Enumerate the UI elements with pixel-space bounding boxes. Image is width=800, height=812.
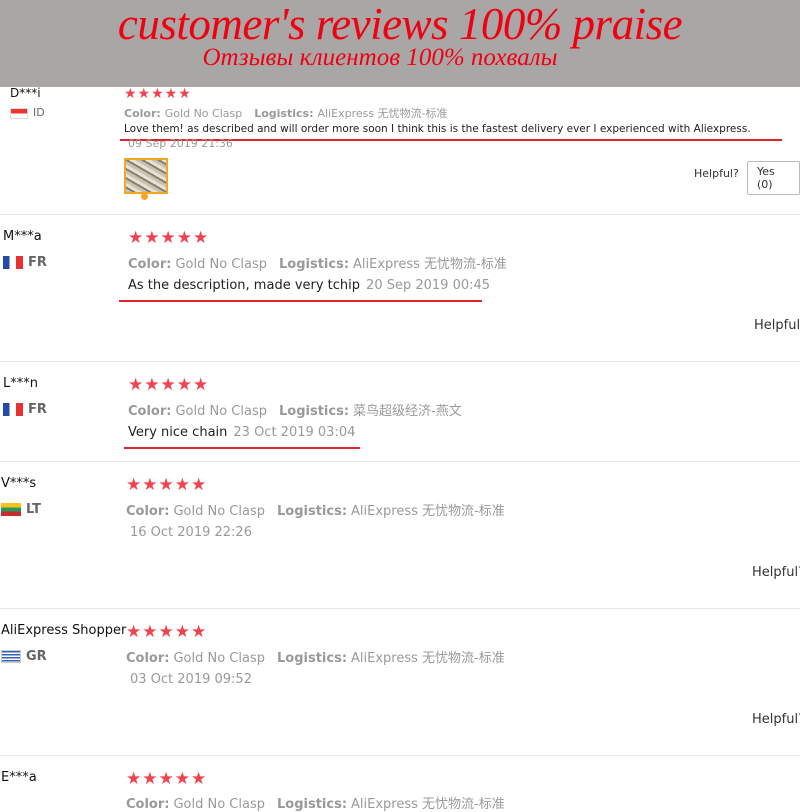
rating-stars: ★★★★★ <box>128 228 210 248</box>
logistics-value: AliExpress 无忧物流-标准 <box>351 797 505 812</box>
flag-icon-fr <box>3 256 23 269</box>
flag-icon-fr <box>3 403 23 416</box>
rating-stars: ★★★★★ <box>128 375 210 395</box>
color-value: Gold No Clasp <box>173 797 265 812</box>
logistics-label: Logistics: <box>276 797 348 812</box>
logistics-value: AliExpress 无忧物流-标准 <box>353 257 507 272</box>
color-value: Gold No Clasp <box>164 107 243 120</box>
flag-icon-lt <box>1 503 21 516</box>
review-date: 20 Sep 2019 00:45 <box>366 278 491 293</box>
color-label: Color: <box>126 797 170 812</box>
review-meta: Color: Gold No Clasp Logistics: AliExpress … <box>128 253 507 272</box>
review-meta: Color: Gold No Clasp Logistics: 菜鸟超级经济-燕文 <box>128 400 462 419</box>
country-code: FR <box>28 255 47 270</box>
color-label: Color: <box>128 404 172 419</box>
color-value: Gold No Clasp <box>175 257 267 272</box>
logistics-value: AliExpress 无忧物流-标准 <box>351 504 505 519</box>
reviewer-name: M***a <box>3 229 42 244</box>
review-meta: Color: Gold No Clasp Logistics: AliExpress … <box>126 500 505 519</box>
helpful-label[interactable]: Helpful? <box>752 565 800 580</box>
reviewer-name: V***s <box>1 476 37 491</box>
highlight-underline <box>119 300 482 302</box>
country-code: FR <box>28 402 47 417</box>
country-code: LT <box>26 502 41 517</box>
helpful-yes-button[interactable]: Yes (0) <box>747 161 800 195</box>
review-text: Love them! as described and will order m… <box>124 123 751 135</box>
rating-stars: ★★★★★ <box>126 622 208 642</box>
country-code: ID <box>33 106 45 119</box>
highlight-underline <box>124 447 360 449</box>
review-body: As the description, made very tchip <box>128 278 361 293</box>
country-code: GR <box>26 649 47 664</box>
rating-stars: ★★★★★ <box>126 475 208 495</box>
reviewer-name: E***a <box>1 770 37 785</box>
logistics-label: Logistics: <box>276 651 348 666</box>
banner-subtitle: Отзывы клиентов 100% похвалы <box>202 44 558 71</box>
color-label: Color: <box>126 504 170 519</box>
review-meta: Color: Gold No Clasp Logistics: AliExpress … <box>126 647 505 666</box>
flag-icon-id <box>10 108 28 119</box>
logistics-label: Logistics: <box>278 404 350 419</box>
reviewer-name: D***i <box>10 86 41 100</box>
review-date: 03 Oct 2019 09:52 <box>130 672 252 687</box>
review-photo-thumbnail[interactable] <box>124 158 168 194</box>
helpful-label: Helpful? <box>694 167 739 180</box>
logistics-value: AliExpress 无忧物流-标准 <box>351 651 505 666</box>
color-value: Gold No Clasp <box>173 651 265 666</box>
flag-icon-gr <box>1 650 21 663</box>
review-date: 23 Oct 2019 03:04 <box>233 425 356 440</box>
helpful-label[interactable]: Helpful? <box>754 318 800 333</box>
separator <box>0 461 800 462</box>
separator <box>0 214 800 215</box>
rating-stars: ★★★★★ <box>124 86 192 102</box>
separator <box>0 608 800 609</box>
helpful-label[interactable]: Helpful? <box>752 712 800 727</box>
review-text: Very nice chain 23 Oct 2019 03:04 <box>128 425 355 440</box>
color-value: Gold No Clasp <box>173 504 265 519</box>
promo-banner: customer's reviews 100% praise Отзывы кл… <box>0 0 800 87</box>
color-label: Color: <box>126 651 170 666</box>
review-date: 09 Sep 2019 21:36 <box>128 137 233 150</box>
color-value: Gold No Clasp <box>175 404 267 419</box>
review-text: As the description, made very tchip 20 Se… <box>128 278 490 293</box>
reviewer-name: L***n <box>3 376 38 391</box>
review-date: 16 Oct 2019 22:26 <box>130 525 252 540</box>
review-body: Very nice chain <box>128 425 228 440</box>
logistics-value: AliExpress 无忧物流-标准 <box>317 107 448 120</box>
rating-stars: ★★★★★ <box>126 769 208 789</box>
logistics-label: Logistics: <box>276 504 348 519</box>
color-label: Color: <box>128 257 172 272</box>
color-label: Color: <box>124 107 161 120</box>
review-meta: Color: Gold No Clasp Logistics: AliExpress … <box>126 793 505 812</box>
logistics-label: Logistics: <box>278 257 350 272</box>
logistics-label: Logistics: <box>254 107 314 120</box>
thumbnail-indicator <box>141 193 148 200</box>
reviewer-name: AliExpress Shopper <box>1 623 127 638</box>
separator <box>0 755 800 756</box>
separator <box>0 361 800 362</box>
logistics-value: 菜鸟超级经济-燕文 <box>353 404 462 419</box>
review-meta: Color: Gold No Clasp Logistics: AliExpress … <box>124 105 448 121</box>
banner-title: customer's reviews 100% praise <box>117 0 683 49</box>
